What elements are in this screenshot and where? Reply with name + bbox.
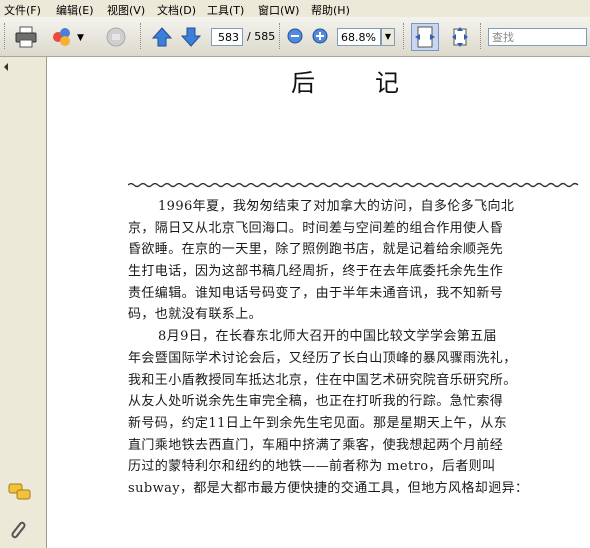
- zoom-in-icon: [312, 28, 328, 44]
- text-line: 新号码，约定11日上午到余先生宅见面。那是星期天上午，从东: [128, 415, 508, 431]
- collaborate-button[interactable]: [50, 25, 74, 49]
- zoom-in-button[interactable]: [312, 28, 328, 44]
- text-line: 年会暨国际学术讨论会后，又经历了长白山顶峰的暴风骤雨洗礼，: [128, 350, 517, 366]
- document-page: 后记 1996年夏，我匆匆结束了对加拿大的访问，自多伦多飞向北 京，隔日又从北京…: [47, 57, 590, 548]
- page-number-input[interactable]: 583: [211, 28, 243, 46]
- text-line: 我和王小盾教授同车抵达北京，住在中国艺术研究院音乐研究所。: [128, 372, 517, 388]
- text-line: 直门乘地铁去西直门，车厢中挤满了乘客，使我想起两个月前经: [128, 437, 504, 453]
- zoom-out-icon: [287, 28, 303, 44]
- menu-help[interactable]: 帮助(H): [311, 2, 350, 18]
- paperclip-icon: [11, 521, 26, 539]
- menu-window[interactable]: 窗口(W): [258, 2, 299, 18]
- secure-button[interactable]: [104, 25, 128, 49]
- next-page-button[interactable]: [179, 25, 203, 49]
- menu-document[interactable]: 文档(D): [157, 2, 196, 18]
- body-text: 1996年夏，我匆匆结束了对加拿大的访问，自多伦多飞向北 京，隔日又从北京飞回海…: [128, 196, 580, 500]
- menu-edit[interactable]: 编辑(E): [56, 2, 94, 18]
- toolbar-grip[interactable]: [140, 23, 144, 49]
- triangle-left-icon: [4, 63, 8, 71]
- previous-page-button[interactable]: [150, 25, 174, 49]
- text-line: 昏欲睡。在京的一天里，除了照例跑书店，就是记着给余顺尧先: [128, 242, 504, 258]
- arrow-down-icon: [180, 27, 202, 47]
- text-line: 责任编辑。谁知电话号码变了，由于半年未通音讯，我不知新号: [128, 285, 504, 301]
- menu-bar: 文件(F) 编辑(E) 视图(V) 文档(D) 工具(T) 窗口(W) 帮助(H…: [0, 0, 590, 17]
- menu-file[interactable]: 文件(F): [4, 2, 41, 18]
- page-title: 后记: [291, 69, 459, 97]
- text-line: 从友人处听说余先生审完全稿，也正在打听我的行踪。急忙索得: [128, 394, 504, 410]
- disabled-tool-icon: [106, 27, 126, 47]
- print-button[interactable]: [14, 25, 38, 49]
- comments-button[interactable]: [8, 482, 32, 506]
- text-line: 生打电话，因为这部书稿几经周折，终于在去年底委托余先生作: [128, 264, 504, 280]
- total-pages: / 585: [247, 30, 276, 43]
- pane-toggle-button[interactable]: [4, 63, 8, 71]
- fit-page-icon: [452, 27, 468, 47]
- zoom-dropdown-button[interactable]: ▼: [381, 28, 395, 46]
- navigation-pane: [0, 57, 47, 548]
- attachments-button[interactable]: [8, 519, 30, 547]
- text-line: subway，都是大都市最方便快捷的交通工具，但地方风格却迥异：: [128, 480, 529, 496]
- fit-width-icon: [415, 26, 435, 48]
- fit-page-button[interactable]: [448, 25, 472, 49]
- zoom-level-input[interactable]: 68.8%: [337, 28, 381, 46]
- menu-view[interactable]: 视图(V): [107, 2, 145, 18]
- zoom-out-button[interactable]: [287, 28, 303, 44]
- text-line: 京，隔日又从北京飞回海口。时间差与空间差的组合作用使人昏: [128, 220, 504, 236]
- toolbar-grip[interactable]: [279, 23, 283, 49]
- text-line: 8月9日，在长春东北师大召开的中国比较文学学会第五届: [158, 329, 497, 345]
- toolbar-grip[interactable]: [480, 23, 484, 49]
- toolbar: ▼ 583 / 585 68.8% ▼ 查找: [0, 17, 590, 57]
- fit-width-button[interactable]: [411, 23, 439, 51]
- comments-icon: [8, 483, 31, 500]
- chevron-down-icon: ▼: [384, 32, 392, 41]
- text-line: 码，也就没有联系上。: [128, 307, 263, 323]
- menu-tools[interactable]: 工具(T): [207, 2, 244, 18]
- search-input[interactable]: 查找: [488, 28, 587, 46]
- chevron-down-icon[interactable]: ▼: [77, 33, 84, 43]
- collaborate-icon: [53, 28, 70, 46]
- text-line: 历过的蒙特利尔和纽约的地铁——前者称为 metro，后者则叫: [128, 459, 496, 475]
- toolbar-grip[interactable]: [4, 23, 8, 49]
- arrow-up-icon: [151, 27, 173, 47]
- printer-icon: [15, 26, 37, 48]
- decorative-wavy-rule: [128, 182, 579, 188]
- text-line: 1996年夏，我匆匆结束了对加拿大的访问，自多伦多飞向北: [158, 199, 515, 214]
- toolbar-grip[interactable]: [403, 23, 407, 49]
